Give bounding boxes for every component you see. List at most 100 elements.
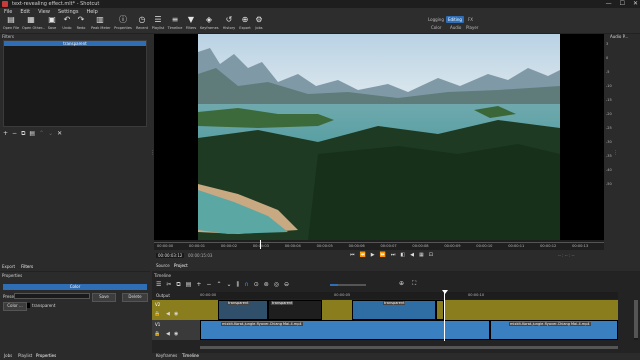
player-ruler-tick: 00:00:11 <box>508 244 525 248</box>
clip-v2[interactable]: transparent <box>218 300 268 320</box>
mute-icon[interactable]: ◀ <box>166 311 170 317</box>
lock-icon[interactable]: 🔒 <box>154 331 160 337</box>
mute-icon[interactable]: ◀ <box>166 331 170 337</box>
timeline-hscrollbar[interactable] <box>200 346 618 349</box>
redo-button[interactable]: ↷ Redo <box>72 16 90 33</box>
player-playhead[interactable] <box>260 240 261 249</box>
hide-icon[interactable]: ◉ <box>174 311 178 317</box>
snap-icon[interactable]: ∩ <box>244 281 248 289</box>
layout-player[interactable]: Player <box>464 24 480 31</box>
tab-filters[interactable]: Filters <box>21 264 33 270</box>
cut-icon[interactable]: ✂ <box>166 281 171 289</box>
clip-v1[interactable]: mixkit-Korat-jungle-flyover-Chiang Mai-4… <box>490 320 618 340</box>
track-header-v2[interactable]: V2 🔒 ◀ ◉ <box>152 300 200 320</box>
rewind-icon[interactable]: ⏪ <box>360 252 366 258</box>
layout-audio[interactable]: Audio <box>448 24 463 31</box>
timeline-playhead[interactable] <box>444 291 445 341</box>
total-duration: 00:00:15:03 <box>188 253 213 258</box>
open-other-button[interactable]: ▦ Open Other... <box>22 16 45 33</box>
clip-v2[interactable]: transparent <box>352 300 436 320</box>
skip-previous-icon[interactable]: ⏮ <box>350 252 355 258</box>
tab-export[interactable]: Export <box>2 264 15 270</box>
filters-list: transparent <box>3 40 147 127</box>
player-ruler-tick: 00:00:12 <box>540 244 557 248</box>
menu-edit[interactable]: Edit <box>20 9 30 15</box>
copy-icon[interactable]: ⧉ <box>176 281 180 289</box>
clip-v2[interactable] <box>436 300 444 320</box>
save-preset-button[interactable]: Save <box>92 293 116 302</box>
timeline-menu-icon[interactable]: ☰ <box>156 281 161 289</box>
menu-settings[interactable]: Settings <box>58 9 79 15</box>
zoom-icon[interactable]: ⊡ <box>429 252 433 258</box>
current-timecode[interactable]: 00:00:03:12 <box>156 253 185 258</box>
append-icon[interactable]: + <box>196 281 201 289</box>
remove-filter-icon[interactable]: − <box>12 130 17 137</box>
tab-project[interactable]: Project <box>174 263 188 268</box>
filter-item-transparent[interactable]: transparent <box>4 41 146 46</box>
move-up-icon[interactable]: ⌃ <box>39 130 44 137</box>
jobs-icon: ⚙ <box>255 15 263 24</box>
audio-peak-meter: Audio P... 3 0 -5 -10 -15 -20 -25 -30 -3… <box>604 34 640 204</box>
overwrite-icon[interactable]: ⌄ <box>226 281 231 289</box>
delete-preset-button[interactable]: Delete <box>122 293 148 302</box>
track-header-v1[interactable]: V1 🔒 ◀ ◉ <box>152 320 200 340</box>
layout-editing[interactable]: Editing <box>446 16 464 23</box>
add-filter-icon[interactable]: + <box>3 130 8 137</box>
zoom-slider[interactable] <box>330 284 366 286</box>
ripple-all-icon[interactable]: ◎ <box>274 281 279 289</box>
menu-help[interactable]: Help <box>86 9 97 15</box>
jobs-button[interactable]: ⚙ Jobs <box>250 16 268 33</box>
filters-button[interactable]: ▼ Filters <box>182 16 200 33</box>
properties-button[interactable]: ⓘ Properties <box>114 16 132 33</box>
zoom-out-icon[interactable]: ⊖ <box>284 281 289 289</box>
copy-filter-icon[interactable]: ⧉ <box>21 130 25 137</box>
hide-icon[interactable]: ◉ <box>174 331 178 337</box>
skip-next-icon[interactable]: ⏭ <box>391 252 396 258</box>
layout-fx[interactable]: FX <box>466 16 475 23</box>
deselect-filter-icon[interactable]: ✕ <box>57 130 62 137</box>
split-icon[interactable]: ⫼ <box>237 281 240 289</box>
tab-jobs[interactable]: Jobs <box>4 353 12 358</box>
save-icon: ▣ <box>48 15 56 24</box>
close-icon[interactable]: ✕ <box>633 0 638 7</box>
timeline-vscrollbar[interactable] <box>634 300 638 340</box>
play-icon[interactable]: ▶ <box>371 252 375 258</box>
clip-v2[interactable]: transparent <box>268 300 322 320</box>
tab-keyframes[interactable]: Keyframes <box>156 353 177 358</box>
title-bar: text-revealing effect.mlt* - Shotcut — ☐… <box>0 0 640 8</box>
zoom-fit-icon[interactable]: ⛶ <box>412 280 416 288</box>
grid-icon[interactable]: ▦ <box>419 252 424 258</box>
peak-meter-button[interactable]: ▥ Peak Meter <box>91 16 111 33</box>
open-file-button[interactable]: ▤ Open File <box>2 16 20 33</box>
tab-source[interactable]: Source <box>156 263 170 268</box>
scrub-icon[interactable]: ⊙ <box>254 281 259 289</box>
move-down-icon[interactable]: ⌄ <box>48 130 53 137</box>
playhead-marker[interactable] <box>442 290 448 294</box>
remove-icon[interactable]: − <box>206 281 211 289</box>
zoom-in-icon[interactable]: ⊕ <box>399 280 404 287</box>
volume-icon[interactable]: ◀ <box>410 252 414 258</box>
splitter-handle-right[interactable]: ⋮ <box>613 150 618 156</box>
menu-view[interactable]: View <box>38 9 50 15</box>
playlist-button[interactable]: ☰ Playlist <box>149 16 167 33</box>
minimize-icon[interactable]: — <box>606 0 612 7</box>
preset-select[interactable] <box>14 293 90 299</box>
keyframes-button[interactable]: ◈ Keyframes <box>200 16 219 33</box>
paste-icon[interactable]: ▤ <box>186 281 192 289</box>
maximize-icon[interactable]: ☐ <box>620 0 625 7</box>
clip-v1[interactable]: mixkit-Korat-jungle-flyover-Chiang Mai-4… <box>200 320 490 340</box>
in-point-icon[interactable]: ◧ <box>400 252 405 258</box>
ripple-icon[interactable]: ⊚ <box>264 281 269 289</box>
tab-timeline[interactable]: Timeline <box>182 353 199 358</box>
tab-playlist[interactable]: Playlist <box>18 353 32 358</box>
color-picker-button[interactable]: Color ... <box>3 302 27 311</box>
timeline-ruler[interactable]: 00:00:00 00:00:05 00:00:10 <box>200 292 618 299</box>
menu-file[interactable]: File <box>4 9 12 15</box>
layout-logging[interactable]: Logging <box>426 16 446 23</box>
paste-filter-icon[interactable]: ▤ <box>29 130 35 137</box>
fast-forward-icon[interactable]: ⏩ <box>380 252 386 258</box>
lift-icon[interactable]: ⌃ <box>216 281 221 289</box>
tab-properties[interactable]: Properties <box>36 353 56 358</box>
lock-icon[interactable]: 🔒 <box>154 311 160 317</box>
layout-color[interactable]: Color <box>429 24 443 31</box>
